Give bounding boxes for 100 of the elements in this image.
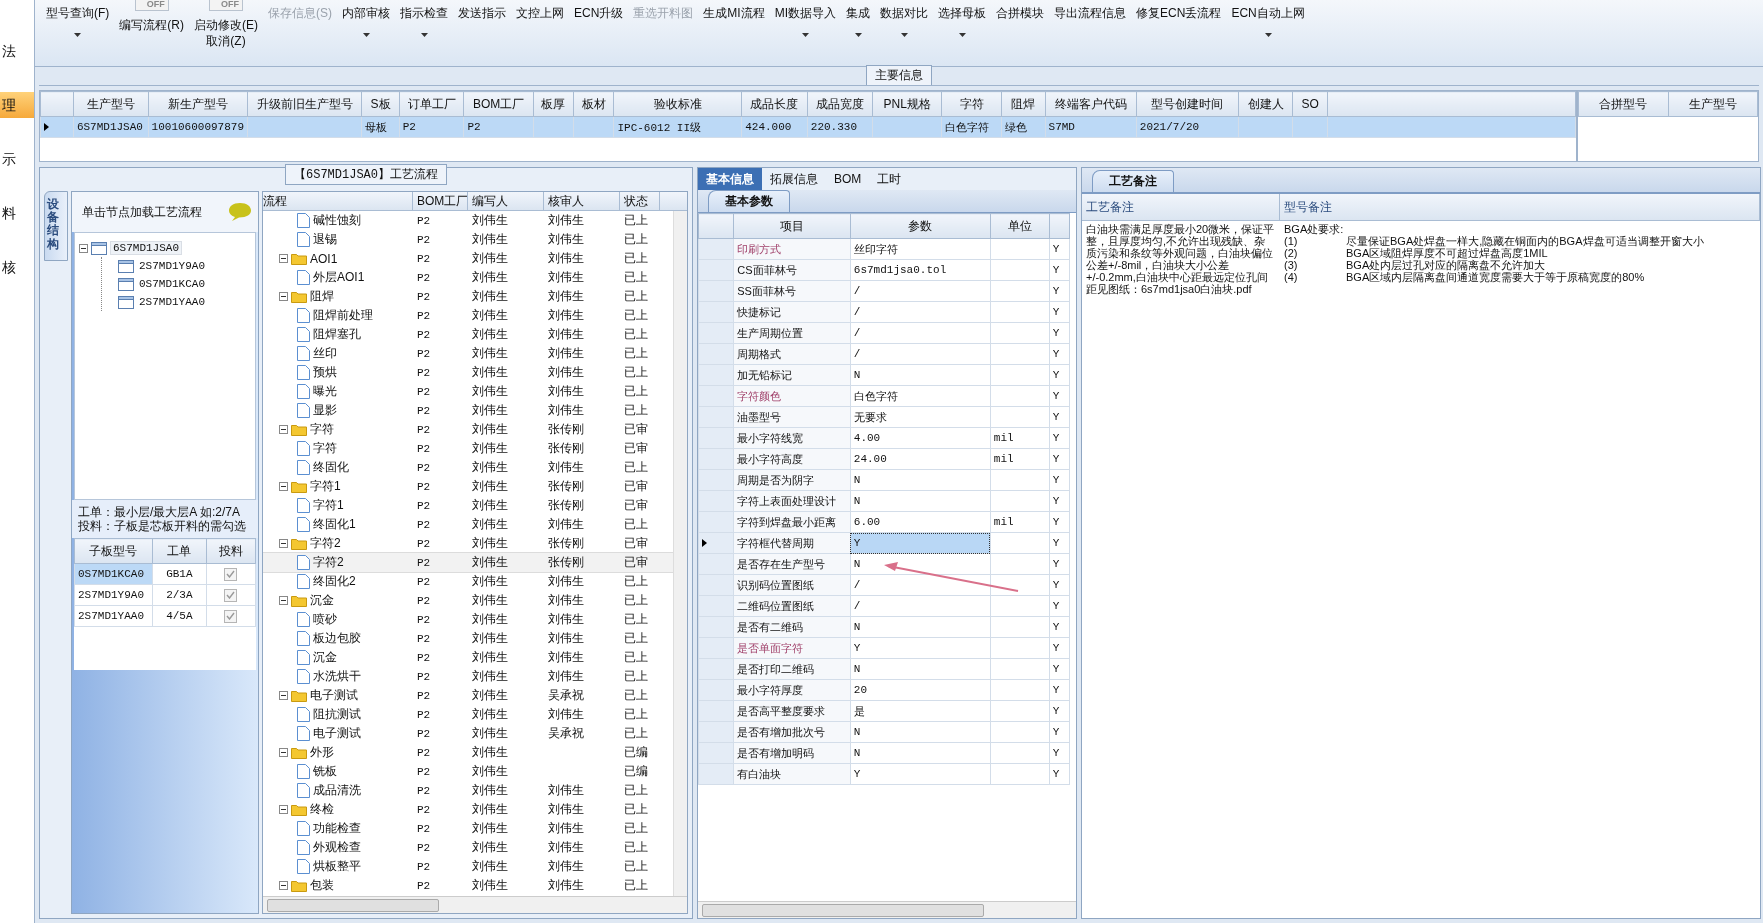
column-header[interactable]: BOM工厂: [463, 91, 534, 117]
process-step[interactable]: 阻焊塞孔: [313, 326, 361, 343]
nav-item[interactable]: 核: [0, 254, 34, 280]
process-step[interactable]: 字符: [313, 440, 337, 457]
column-header[interactable]: 验收标准: [613, 91, 742, 117]
toolbar-button[interactable]: ECN自动上网: [1226, 0, 1310, 61]
column-header[interactable]: 状态: [624, 194, 648, 208]
column-header[interactable]: 生产型号: [1668, 91, 1758, 117]
process-step[interactable]: AOI1: [310, 251, 338, 266]
column-header[interactable]: 板厚: [533, 91, 574, 117]
tree-node[interactable]: 6S7MD1JSA0: [110, 241, 182, 255]
tab[interactable]: 工时: [869, 168, 910, 190]
checkbox[interactable]: [224, 567, 238, 581]
toolbar-button[interactable]: 内部审核: [337, 0, 395, 61]
collapse-icon[interactable]: [279, 254, 288, 263]
process-step[interactable]: 碱性蚀刻: [313, 212, 361, 229]
collapse-icon[interactable]: [279, 539, 288, 548]
process-step[interactable]: 终固化: [313, 459, 349, 476]
column-header[interactable]: 编写人: [472, 194, 508, 208]
toolbar-button[interactable]: MI数据导入: [769, 0, 842, 61]
process-step[interactable]: 退锡: [313, 231, 337, 248]
process-step[interactable]: 沉金: [313, 649, 337, 666]
column-header[interactable]: 参数: [850, 213, 991, 239]
process-step[interactable]: 阻抗测试: [313, 706, 361, 723]
process-step[interactable]: 字符1: [313, 497, 344, 514]
column-header[interactable]: PNL规格: [872, 91, 942, 117]
toolbar-button[interactable]: 合拼模块: [991, 0, 1050, 61]
toolbar-button[interactable]: 数据对比: [875, 0, 934, 61]
column-header[interactable]: 成品宽度: [807, 91, 873, 117]
process-step[interactable]: 板边包胶: [313, 630, 361, 647]
column-header[interactable]: 项目: [733, 213, 851, 239]
process-step[interactable]: 丝印: [313, 345, 337, 362]
process-step[interactable]: 终检: [310, 801, 334, 818]
process-step[interactable]: 字符2: [310, 535, 341, 552]
nav-item[interactable]: 法: [0, 38, 34, 64]
tab[interactable]: BOM: [826, 168, 870, 190]
process-step[interactable]: 显影: [313, 402, 337, 419]
column-header[interactable]: 核审人: [548, 194, 584, 208]
toolbar-button[interactable]: ECN升级: [569, 0, 629, 61]
nav-item[interactable]: 理: [0, 92, 34, 118]
toolbar-button[interactable]: 选择母板: [933, 0, 992, 61]
column-header[interactable]: 流程: [263, 192, 287, 210]
toolbar-button[interactable]: 生成MI流程: [698, 0, 770, 61]
process-step[interactable]: 成品清洗: [313, 782, 361, 799]
process-step[interactable]: 字符2: [313, 554, 344, 571]
tab[interactable]: 基本参数: [708, 190, 790, 212]
collapse-icon[interactable]: [279, 748, 288, 757]
collapse-icon[interactable]: [279, 425, 288, 434]
scrollbar[interactable]: [263, 896, 687, 913]
tab[interactable]: 基本信息: [698, 168, 762, 190]
column-header[interactable]: 订单工厂: [399, 91, 464, 117]
column-header[interactable]: 型号创建时间: [1136, 91, 1239, 117]
process-step[interactable]: 外形: [310, 744, 334, 761]
toolbar-button[interactable]: 发送指示: [453, 0, 511, 61]
process-step[interactable]: 曝光: [313, 383, 337, 400]
tree-node[interactable]: 2S7MD1YAA0: [137, 296, 207, 308]
column-header[interactable]: 生产型号: [73, 91, 149, 117]
column-header[interactable]: 合拼型号: [1578, 91, 1668, 117]
collapse-icon[interactable]: [279, 482, 288, 491]
column-header[interactable]: 升级前旧生产型号: [247, 91, 362, 117]
toolbar-button[interactable]: OFF 启动修改(E) 取消(Z): [189, 0, 263, 61]
nav-item[interactable]: 料: [0, 200, 34, 226]
collapse-icon[interactable]: [79, 243, 88, 253]
checkbox[interactable]: [224, 609, 238, 623]
process-step[interactable]: 铣板: [313, 763, 337, 780]
process-step[interactable]: 终固化2: [313, 573, 356, 590]
toolbar-button[interactable]: 修复ECN丢流程: [1131, 0, 1227, 61]
process-step[interactable]: 阻焊前处理: [313, 307, 373, 324]
collapse-icon[interactable]: [279, 805, 288, 814]
column-header[interactable]: 阻焊: [1001, 91, 1046, 117]
column-header[interactable]: 单位: [990, 213, 1050, 239]
toolbar-button[interactable]: 型号查询(F): [41, 0, 115, 61]
process-step[interactable]: 阻焊: [310, 288, 334, 305]
process-step[interactable]: 功能检查: [313, 820, 361, 837]
column-header[interactable]: 工单: [152, 538, 207, 564]
collapse-icon[interactable]: [279, 881, 288, 890]
column-header[interactable]: 板材: [573, 91, 614, 117]
collapse-icon[interactable]: [279, 596, 288, 605]
column-header[interactable]: 创建人: [1238, 91, 1293, 117]
toolbar-button[interactable]: 文控上网: [511, 0, 569, 61]
nav-item[interactable]: 示: [0, 146, 34, 172]
process-step[interactable]: 水洗烘干: [313, 668, 361, 685]
scrollbar[interactable]: [673, 211, 687, 896]
process-step[interactable]: 喷砂: [313, 611, 337, 628]
tab[interactable]: 拓展信息: [762, 168, 826, 190]
toolbar-button[interactable]: OFF 编写流程(R): [114, 0, 189, 61]
process-step[interactable]: 沉金: [310, 592, 334, 609]
column-header[interactable]: 字符: [941, 91, 1002, 117]
column-header[interactable]: SO: [1292, 91, 1328, 117]
collapse-icon[interactable]: [279, 691, 288, 700]
toolbar-button[interactable]: 导出流程信息: [1049, 0, 1132, 61]
toolbar-button[interactable]: 集成: [841, 0, 876, 61]
process-step[interactable]: 字符1: [310, 478, 341, 495]
scrollbar[interactable]: [698, 901, 1076, 918]
side-tab[interactable]: 设备结构: [44, 191, 68, 261]
column-header[interactable]: 成品长度: [741, 91, 808, 117]
tree-node[interactable]: 2S7MD1Y9A0: [137, 260, 207, 272]
checkbox[interactable]: [224, 588, 238, 602]
tree-node[interactable]: 0S7MD1KCA0: [137, 278, 207, 290]
column-header[interactable]: BOM工厂: [417, 194, 467, 208]
